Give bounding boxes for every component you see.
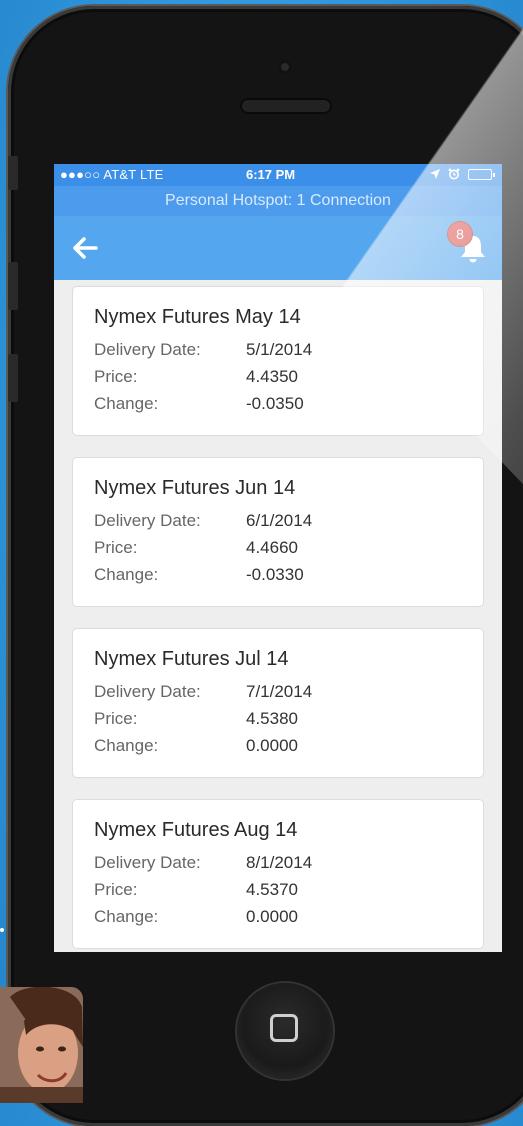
change-row: Change: -0.0330 [94, 565, 304, 585]
price-label: Price: [94, 880, 138, 899]
volume-down-button [8, 354, 18, 402]
change-value: -0.0350 [246, 394, 304, 413]
futures-title: Nymex Futures May 14 [94, 306, 301, 328]
change-value: 0.0000 [246, 736, 298, 755]
presenter-video-thumbnail [0, 987, 83, 1103]
volume-up-button [8, 262, 18, 310]
change-row: Change: 0.0000 [94, 736, 298, 756]
delivery-date-value: 5/1/2014 [246, 340, 313, 359]
change-label: Change: [94, 736, 159, 755]
futures-card[interactable]: Nymex Futures Aug 14 Delivery Date: 8/1/2… [72, 799, 484, 949]
futures-card[interactable]: Nymex Futures Jun 14 Delivery Date: 6/1/2… [72, 457, 484, 607]
price-label: Price: [94, 709, 138, 728]
change-label: Change: [94, 565, 159, 584]
slide-bullet [0, 928, 4, 932]
change-label: Change: [94, 394, 159, 413]
futures-title: Nymex Futures Jul 14 [94, 648, 289, 670]
delivery-date-row: Delivery Date: 5/1/2014 [94, 340, 312, 360]
price-row: Price: 4.5380 [94, 709, 298, 729]
delivery-date-value: 7/1/2014 [246, 682, 313, 701]
change-row: Change: -0.0350 [94, 394, 304, 414]
price-value: 4.4350 [246, 367, 298, 386]
price-label: Price: [94, 367, 138, 386]
futures-title: Nymex Futures Aug 14 [94, 819, 298, 841]
price-label: Price: [94, 538, 138, 557]
price-row: Price: 4.4660 [94, 538, 298, 558]
price-value: 4.5370 [246, 880, 298, 899]
carrier-label: ●●●○○ AT&T LTE [60, 167, 164, 182]
price-row: Price: 4.5370 [94, 880, 298, 900]
status-time: 6:17 PM [246, 167, 296, 182]
price-row: Price: 4.4350 [94, 367, 298, 387]
price-value: 4.4660 [246, 538, 298, 557]
delivery-date-label: Delivery Date: [94, 682, 201, 701]
change-row: Change: 0.0000 [94, 907, 298, 927]
home-button-icon [270, 1014, 298, 1042]
delivery-date-label: Delivery Date: [94, 853, 201, 872]
futures-card[interactable]: Nymex Futures Jul 14 Delivery Date: 7/1/2… [72, 628, 484, 778]
person-photo [0, 987, 83, 1103]
delivery-date-row: Delivery Date: 7/1/2014 [94, 682, 312, 702]
delivery-date-value: 6/1/2014 [246, 511, 313, 530]
price-value: 4.5380 [246, 709, 298, 728]
silent-switch [8, 156, 18, 190]
delivery-date-row: Delivery Date: 6/1/2014 [94, 511, 312, 531]
change-label: Change: [94, 907, 159, 926]
futures-title: Nymex Futures Jun 14 [94, 477, 296, 499]
change-value: -0.0330 [246, 565, 304, 584]
delivery-date-row: Delivery Date: 8/1/2014 [94, 853, 312, 873]
delivery-date-value: 8/1/2014 [246, 853, 313, 872]
delivery-date-label: Delivery Date: [94, 340, 201, 359]
change-value: 0.0000 [246, 907, 298, 926]
delivery-date-label: Delivery Date: [94, 511, 201, 530]
back-arrow-icon[interactable] [70, 234, 100, 262]
